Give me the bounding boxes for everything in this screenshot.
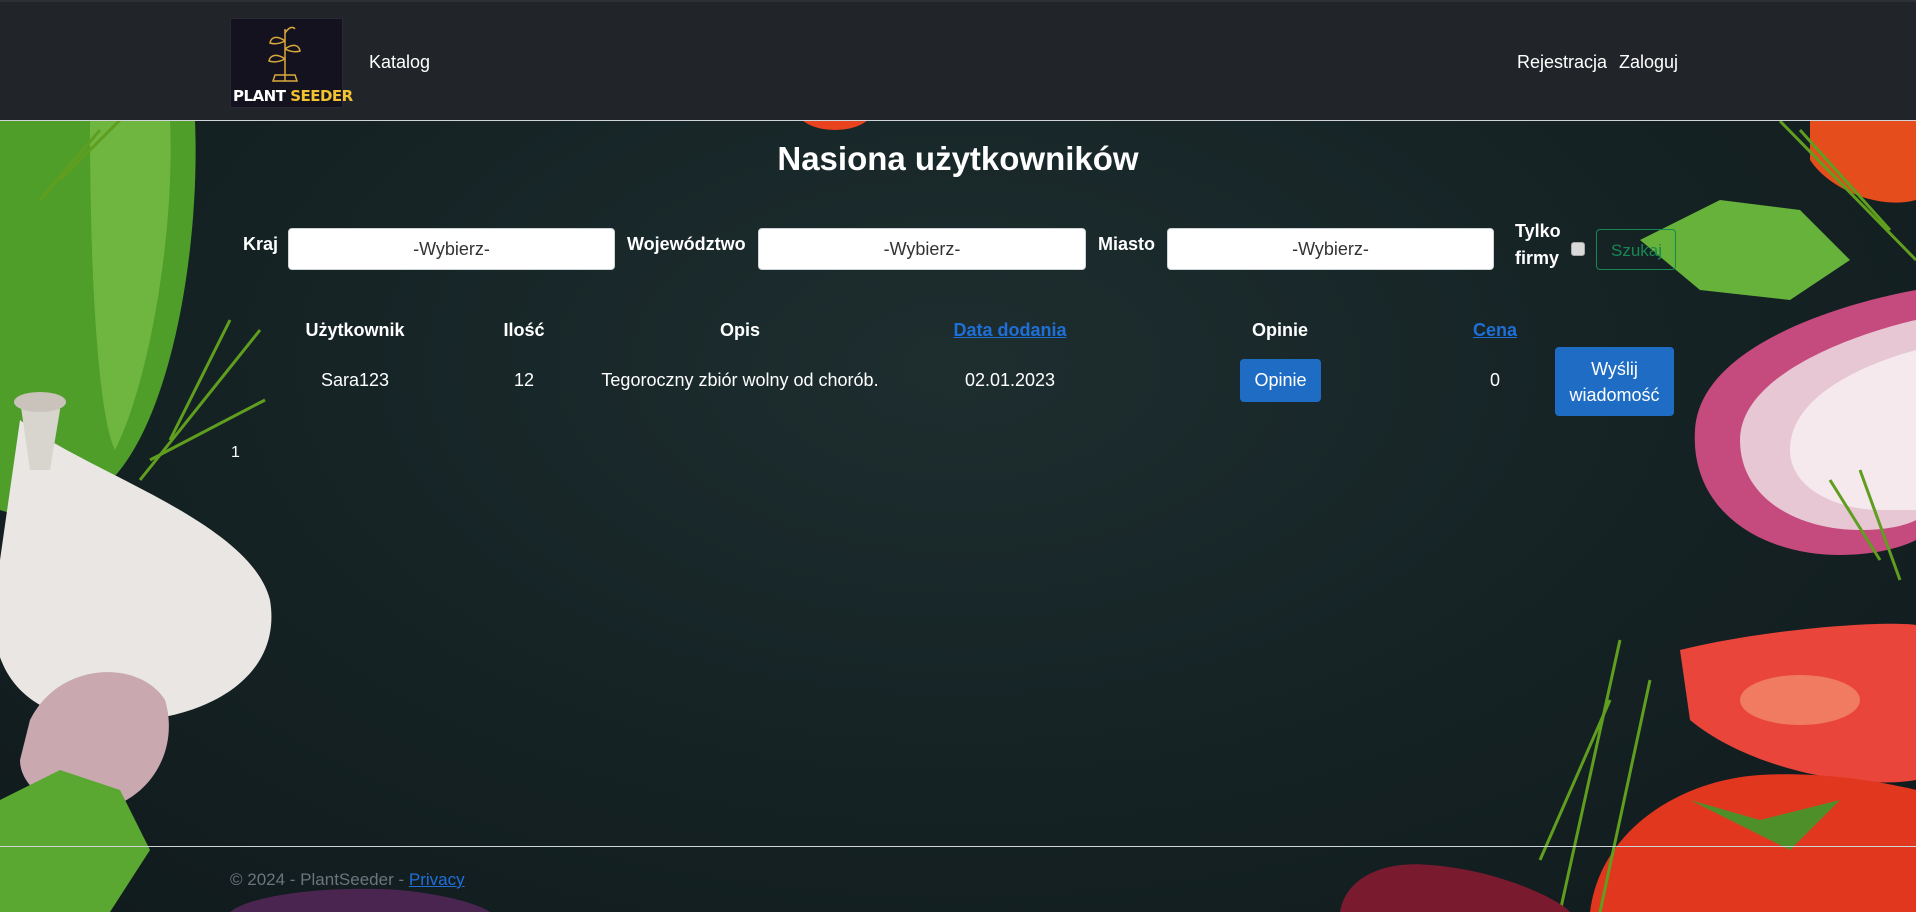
cell-quantity: 12 — [513, 370, 535, 390]
cell-price: 0 — [1489, 370, 1500, 390]
send-message-label-line2: wiadomość — [1569, 385, 1660, 405]
privacy-link[interactable]: Privacy — [409, 870, 465, 889]
province-select-value: -Wybierz- — [883, 238, 961, 259]
footer: © 2024 - PlantSeeder - Privacy — [230, 870, 465, 890]
page-title: Nasiona użytkowników — [777, 140, 1139, 177]
country-label: Kraj — [243, 234, 279, 254]
city-label: Miasto — [1098, 234, 1156, 254]
nav-link-register[interactable]: Rejestracja — [1517, 52, 1607, 73]
city-select[interactable]: -Wybierz- — [1167, 228, 1494, 270]
column-header-user: Użytkownik — [305, 320, 405, 340]
column-header-quantity: Ilość — [503, 320, 545, 340]
send-message-label-line1: Wyślij — [1591, 359, 1638, 379]
navbar: PLANT SEEDER Katalog Rejestracja Zaloguj — [0, 0, 1916, 121]
search-button[interactable]: Szukaj — [1596, 229, 1676, 270]
pagination-page-1[interactable]: 1 — [231, 444, 240, 462]
plant-logo-icon — [268, 26, 301, 82]
send-message-button[interactable]: Wyślij wiadomość — [1555, 347, 1674, 416]
logo-text: PLANT SEEDER — [233, 87, 353, 105]
nav-link-catalog[interactable]: Katalog — [369, 52, 430, 73]
footer-copyright: © 2024 - PlantSeeder - — [230, 870, 409, 889]
companies-only-label-line2: firmy — [1515, 248, 1560, 268]
column-header-reviews: Opinie — [1251, 320, 1308, 340]
cell-description: Tegoroczny zbiór wolny od chorób. — [601, 370, 879, 390]
country-select-value: -Wybierz- — [413, 238, 490, 259]
companies-only-label-line1: Tylko — [1515, 221, 1561, 241]
companies-only-checkbox[interactable] — [1571, 242, 1585, 256]
cell-date-added: 02.01.2023 — [964, 370, 1056, 390]
nav-link-login[interactable]: Zaloguj — [1619, 52, 1678, 73]
footer-divider — [0, 846, 1916, 847]
country-select[interactable]: -Wybierz- — [288, 228, 615, 270]
reviews-button[interactable]: Opinie — [1240, 359, 1321, 402]
province-label: Województwo — [627, 234, 746, 254]
column-header-price-sort-link[interactable]: Cena — [1455, 320, 1535, 341]
column-header-description: Opis — [719, 320, 760, 340]
vegetables-background-illustration — [0, 90, 1916, 912]
column-header-date-sort-link[interactable]: Data dodania — [940, 320, 1080, 341]
cell-user: Sara123 — [320, 370, 390, 390]
province-select[interactable]: -Wybierz- — [758, 228, 1086, 270]
city-select-value: -Wybierz- — [1292, 238, 1369, 259]
plantseeder-logo[interactable]: PLANT SEEDER — [230, 18, 353, 108]
